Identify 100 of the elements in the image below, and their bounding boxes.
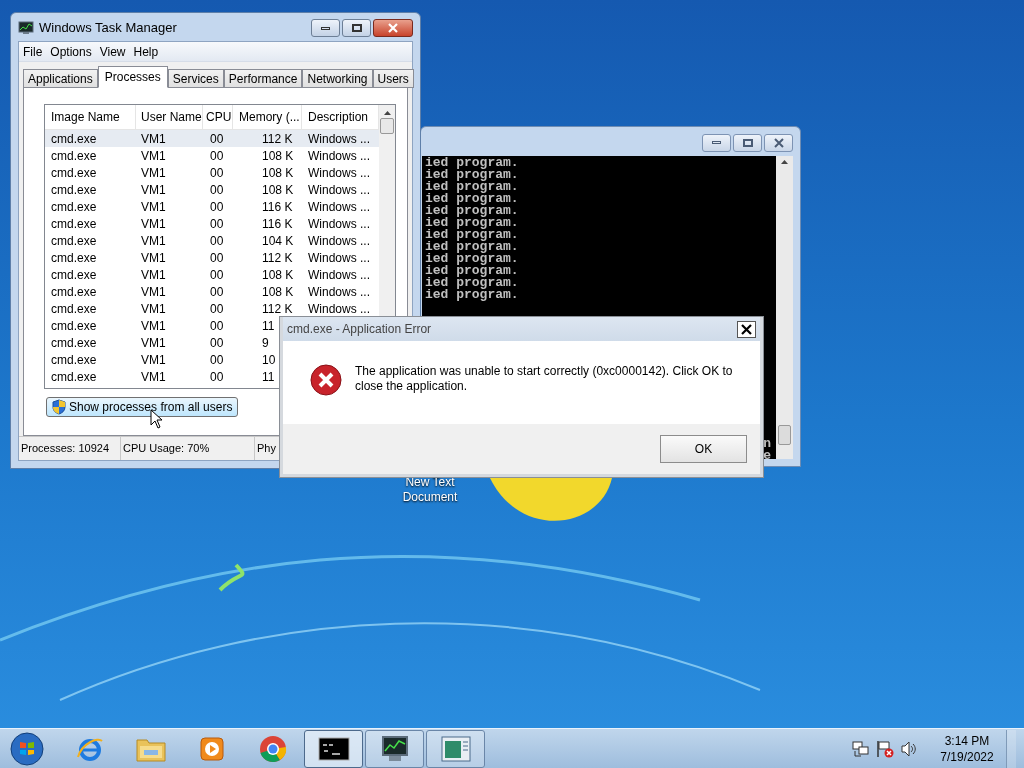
table-cell-text: VM1 (140, 215, 167, 233)
tab[interactable]: Performance (223, 69, 303, 88)
minimize-button[interactable] (702, 133, 731, 152)
table-cell-text: cmd.exe (50, 283, 98, 301)
tab[interactable]: Users (372, 69, 414, 88)
table-cell-text: cmd.exe (50, 368, 98, 386)
console-line: ied program. (425, 205, 520, 217)
minimize-button[interactable] (311, 19, 340, 37)
table-cell-text: 11 (261, 368, 276, 386)
tab[interactable]: Networking (302, 69, 373, 88)
table-cell-text: 104 K (261, 232, 295, 250)
menu-item[interactable]: Options (46, 42, 96, 61)
table-cell-text: cmd.exe (50, 266, 98, 284)
menu-item[interactable]: View (95, 42, 130, 61)
table-cell-text: VM1 (140, 181, 167, 199)
scroll-up-icon[interactable] (383, 111, 391, 115)
shield-icon (52, 399, 66, 415)
speaker-icon[interactable] (900, 740, 918, 757)
flag-icon[interactable] (876, 739, 894, 758)
table-cell-text: Windows ... (307, 300, 371, 318)
table-cell-text: Windows ... (307, 215, 371, 233)
table-cell-text: Windows ... (307, 249, 371, 267)
table-cell-text: 00 (209, 283, 225, 301)
table-cell-text: cmd.exe (50, 334, 98, 352)
table-cell-text: 116 K (261, 215, 294, 233)
menu-item[interactable]: File (19, 42, 47, 61)
scroll-thumb[interactable] (778, 425, 791, 445)
table-cell-text: VM1 (140, 351, 167, 369)
console-line: ied program. (425, 265, 520, 277)
table-cell-text: Windows ... (307, 130, 371, 148)
console-line: ied program. (425, 289, 520, 301)
table-cell-text: 00 (209, 249, 225, 267)
table-cell-text: 108 K (261, 147, 295, 165)
table-cell-text: 00 (209, 368, 225, 386)
column-header[interactable]: CPU (203, 105, 233, 129)
console-text: e (763, 450, 772, 462)
ok-button[interactable]: OK (660, 435, 747, 463)
show-all-processes-button[interactable]: Show processes from all users (46, 397, 239, 417)
table-cell-text: 00 (209, 351, 225, 369)
play-icon (198, 735, 225, 762)
table-cell-text: Windows ... (307, 164, 371, 182)
table-cell-text: cmd.exe (50, 198, 98, 216)
tab[interactable]: Services (167, 69, 224, 88)
column-header[interactable]: User Name (136, 105, 203, 129)
close-button[interactable] (373, 19, 413, 37)
table-cell-text: 00 (209, 198, 225, 216)
document-window-icon (440, 735, 471, 762)
table-cell-text: VM1 (140, 130, 167, 148)
table-cell-text: 00 (209, 232, 225, 250)
clock[interactable]: 3:14 PM 7/19/2022 (934, 732, 1000, 765)
browser-circle-icon (257, 733, 288, 764)
column-header[interactable]: Memory (... (233, 105, 302, 129)
table-cell-text: 112 K (261, 130, 294, 148)
maximize-button[interactable] (342, 19, 371, 37)
table-cell-text: cmd.exe (50, 232, 98, 250)
table-cell-text: VM1 (140, 164, 167, 182)
table-cell-text: VM1 (140, 317, 167, 335)
close-button[interactable] (764, 133, 793, 152)
close-button[interactable] (737, 320, 756, 338)
table-cell-text: cmd.exe (50, 147, 98, 165)
column-header[interactable]: Image Name (45, 105, 136, 129)
table-cell-text: 00 (209, 266, 225, 284)
window-title: Windows Task Manager (39, 19, 177, 38)
scroll-up-icon[interactable] (781, 160, 788, 164)
status-text: CPU Usage: 70% (121, 437, 255, 460)
table-cell-text: 108 K (261, 164, 295, 182)
table-cell-text: Windows ... (307, 147, 371, 165)
network-icon[interactable] (852, 740, 870, 757)
table-cell-text: 108 K (261, 266, 295, 284)
console-line: ied program. (425, 157, 520, 169)
tab[interactable]: Applications (23, 69, 98, 88)
table-cell-text: cmd.exe (50, 300, 98, 318)
table-cell-text: VM1 (140, 232, 167, 250)
console-line: ied program. (425, 169, 520, 181)
table-cell-text: 00 (209, 130, 225, 148)
table-cell-text: VM1 (140, 198, 167, 216)
taskbar-button[interactable] (365, 729, 424, 768)
close-icon (387, 23, 399, 33)
scrollbar[interactable] (776, 156, 793, 459)
table-cell-text: Windows ... (307, 232, 371, 250)
close-icon (772, 137, 785, 148)
tab[interactable]: Processes (97, 66, 168, 88)
clock-time: 3:14 PM (944, 732, 990, 749)
table-cell-text: VM1 (140, 266, 167, 284)
table-cell-text: VM1 (140, 334, 167, 352)
maximize-button[interactable] (733, 133, 762, 152)
table-cell-text: VM1 (140, 147, 167, 165)
process-row[interactable]: cmd.exe VM1 00 112 K Windows ... (45, 130, 379, 147)
menu-item[interactable]: Help (129, 42, 163, 61)
table-cell-text: 00 (209, 334, 225, 352)
table-cell-text: VM1 (140, 300, 167, 318)
clock-date: 7/19/2022 (940, 748, 994, 765)
console-line: ied program. (425, 277, 520, 289)
scroll-thumb[interactable] (380, 118, 394, 134)
table-cell-text: 00 (209, 164, 225, 182)
error-icon (310, 364, 342, 396)
close-icon (741, 323, 752, 335)
console-text: n (763, 438, 772, 450)
table-cell-text: cmd.exe (50, 130, 98, 148)
taskbar-button[interactable] (304, 729, 363, 768)
